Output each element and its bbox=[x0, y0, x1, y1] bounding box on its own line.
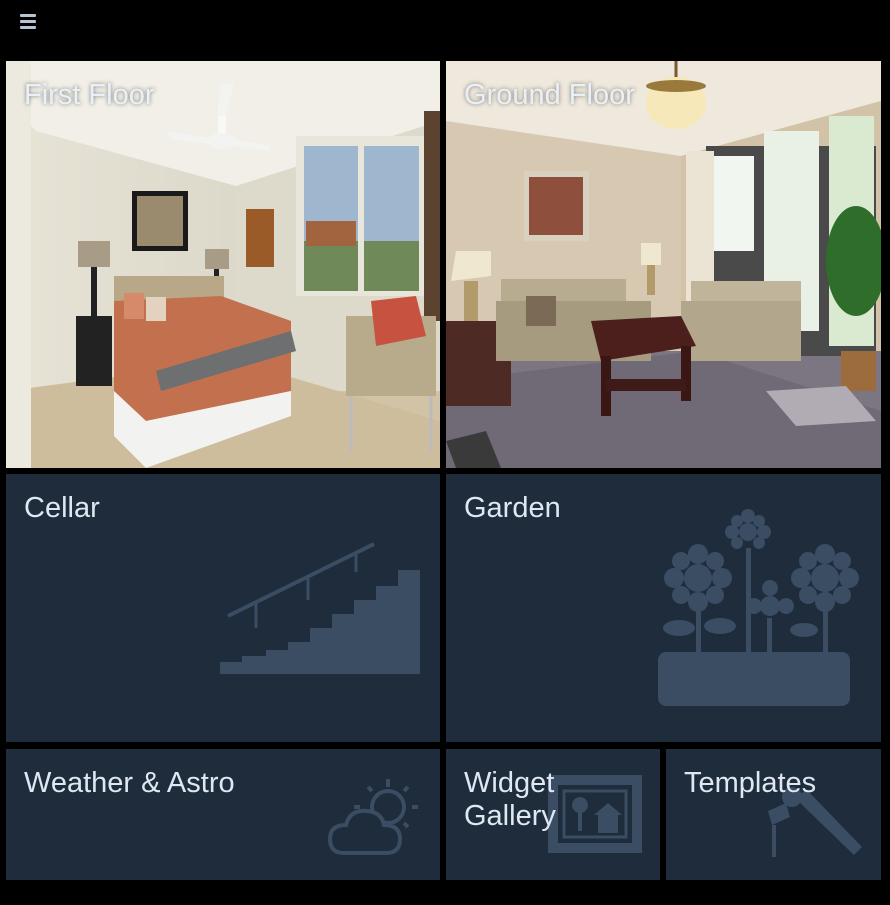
tile-label: Weather & Astro bbox=[24, 767, 235, 799]
tile-label: Ground Floor bbox=[464, 79, 635, 111]
tile-weather-astro[interactable]: Weather & Astro bbox=[6, 749, 440, 880]
tile-garden[interactable]: Garden bbox=[446, 474, 881, 742]
tile-label: Templates bbox=[684, 767, 817, 799]
tile-label: Garden bbox=[464, 492, 561, 524]
tile-templates[interactable]: Templates bbox=[666, 749, 881, 880]
tile-label: Widget Gallery bbox=[464, 767, 556, 832]
tile-widget-gallery[interactable]: Widget Gallery bbox=[446, 749, 660, 880]
flowers-icon bbox=[658, 509, 859, 706]
stairs-icon bbox=[220, 542, 420, 674]
bedroom-photo bbox=[6, 61, 440, 468]
menu-button[interactable] bbox=[18, 12, 38, 32]
tile-cellar[interactable]: Cellar bbox=[6, 474, 440, 742]
tile-label: Cellar bbox=[24, 492, 100, 524]
picture-frame-icon bbox=[548, 775, 642, 853]
hamburger-menu-icon bbox=[18, 14, 38, 29]
living-room-photo bbox=[446, 61, 881, 468]
tile-label: First Floor bbox=[24, 79, 155, 111]
tile-ground-floor[interactable]: Ground Floor bbox=[446, 61, 881, 468]
tile-first-floor[interactable]: First Floor bbox=[6, 61, 440, 468]
cloud-sun-icon bbox=[327, 779, 418, 855]
